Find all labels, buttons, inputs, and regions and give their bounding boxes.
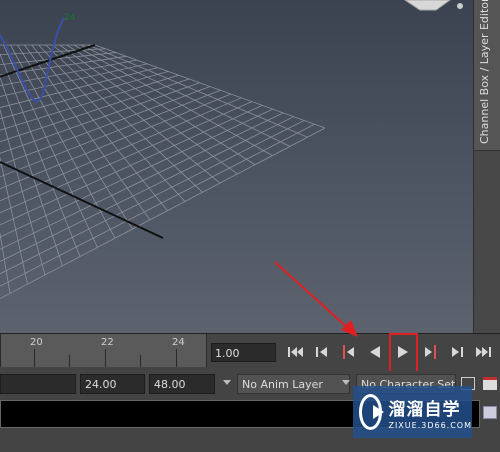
watermark-url: ZIXUE.3D66.COM [388, 420, 472, 430]
watermark-title: 溜溜自学 [388, 399, 461, 420]
annotation-arrow [274, 261, 358, 337]
watermark: 溜溜自学 ZIXUE.3D66.COM [353, 386, 472, 438]
watermark-logo-icon [359, 394, 385, 430]
